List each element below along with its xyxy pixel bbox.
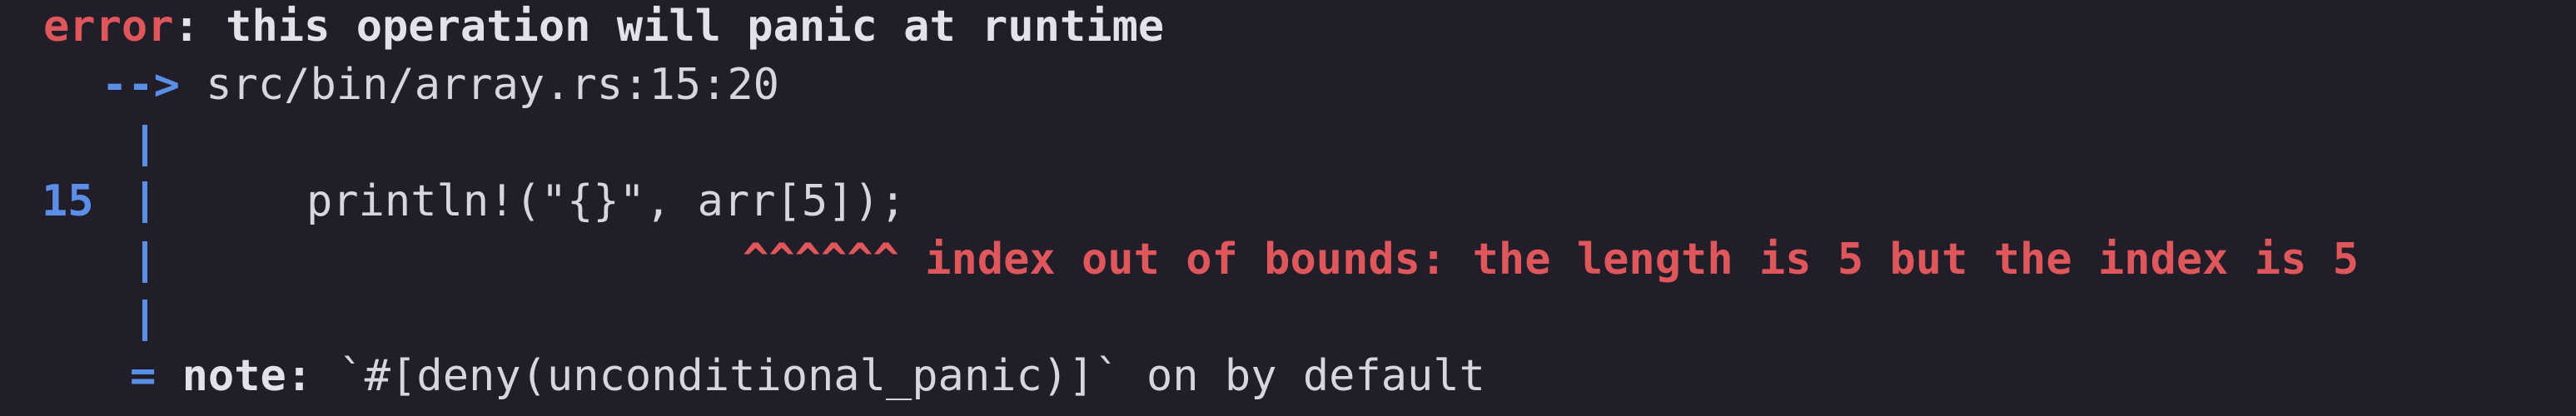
error-header: error: this operation will panic at runt…	[43, 0, 1164, 56]
note-equals: =	[130, 351, 157, 401]
error-label: error	[43, 2, 174, 52]
error-message: : this operation will panic at runtime	[173, 2, 1165, 52]
gutter-bar	[142, 181, 147, 223]
note-line: = note: `#[deny(unconditional_panic)]` o…	[130, 347, 1485, 405]
gutter-bar	[142, 300, 147, 341]
error-location: --> src/bin/array.rs:15:20	[102, 56, 779, 114]
note-text: `#[deny(unconditional_panic)]` on by def…	[312, 351, 1485, 401]
annotation-carets: ^^^^^^	[743, 235, 899, 285]
annotation-line: ^^^^^^ index out of bounds: the length i…	[743, 230, 2359, 289]
terminal-output: error: this operation will panic at runt…	[0, 0, 2576, 416]
location-path: src/bin/array.rs:15:20	[206, 60, 779, 110]
location-arrow: -->	[102, 60, 180, 110]
annotation-message: index out of bounds: the length is 5 but…	[925, 235, 2360, 285]
source-line: 15	[42, 172, 94, 230]
note-label: note:	[182, 351, 313, 401]
line-number: 15	[42, 176, 94, 226]
source-code: println!("{}", arr[5]);	[306, 176, 907, 226]
gutter-bar	[142, 241, 147, 283]
gutter-bar	[142, 125, 147, 166]
